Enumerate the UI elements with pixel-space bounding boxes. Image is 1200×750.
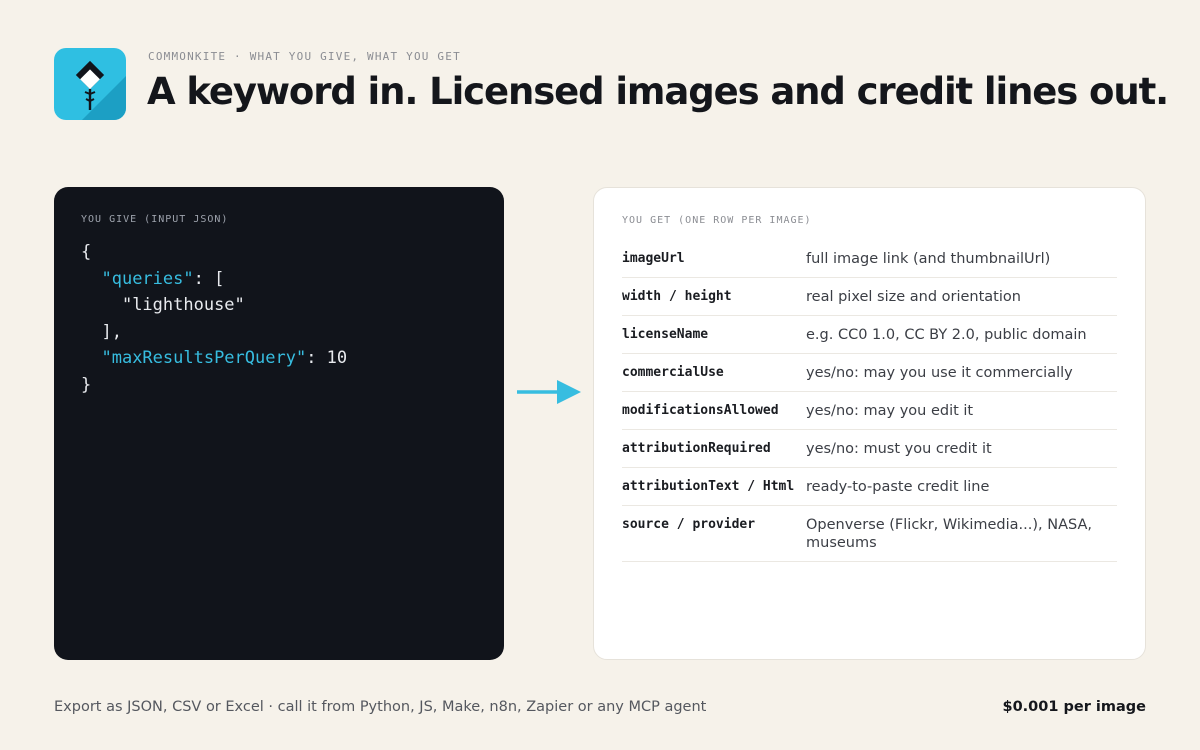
field-description: yes/no: must you credit it — [806, 441, 992, 457]
footer-note: Export as JSON, CSV or Excel · call it f… — [54, 699, 707, 715]
field-row: modificationsAllowed yes/no: may you edi… — [622, 392, 1117, 430]
field-row: attributionText / Html ready-to-paste cr… — [622, 468, 1117, 506]
code-open-brace: { — [81, 242, 92, 262]
field-name: attributionRequired — [622, 441, 771, 456]
field-description: yes/no: may you use it commercially — [806, 365, 1073, 381]
arrow-right-icon — [515, 378, 583, 406]
page-title: A keyword in. Licensed images and credit… — [147, 70, 1169, 113]
field-description: Openverse (Flickr, Wikimedia...), NASA, … — [806, 517, 1092, 551]
field-row: commercialUse yes/no: may you use it com… — [622, 354, 1117, 392]
eyebrow: COMMONKITE · WHAT YOU GIVE, WHAT YOU GET — [148, 50, 461, 63]
code-queries-key: "queries" — [101, 268, 194, 289]
field-description: ready-to-paste credit line — [806, 479, 990, 495]
field-name: width / height — [622, 289, 732, 304]
field-description: yes/no: may you edit it — [806, 403, 974, 419]
price-label: $0.001 per image — [1002, 699, 1147, 715]
field-name: source / provider — [622, 517, 756, 532]
code-max-value: : 10 — [306, 348, 348, 369]
field-row: licenseName e.g. CC0 1.0, CC BY 2.0, pub… — [622, 316, 1117, 354]
field-description: full image link (and thumbnailUrl) — [806, 251, 1051, 267]
field-row: source / provider Openverse (Flickr, Wik… — [622, 506, 1117, 562]
input-json-code: { "queries": [ "lighthouse" ], "maxResul… — [81, 239, 347, 399]
field-row: attributionRequired yes/no: must you cre… — [622, 430, 1117, 468]
field-name: commercialUse — [622, 365, 724, 380]
code-max-key: "maxResultsPerQuery" — [101, 348, 307, 369]
code-close-brace: } — [81, 374, 92, 395]
code-array-close: ], — [101, 321, 122, 342]
field-description: e.g. CC0 1.0, CC BY 2.0, public domain — [806, 327, 1087, 343]
field-name: imageUrl — [622, 251, 685, 266]
field-row: imageUrl full image link (and thumbnailU… — [622, 240, 1117, 278]
input-panel-label: YOU GIVE (INPUT JSON) — [81, 214, 229, 225]
field-name: licenseName — [622, 327, 709, 342]
field-row: width / height real pixel size and orien… — [622, 278, 1117, 316]
code-queries-colon: : [ — [193, 268, 225, 289]
output-fields-panel: YOU GET (ONE ROW PER IMAGE) imageUrl ful… — [593, 187, 1146, 660]
code-query-value: "lighthouse" — [121, 295, 245, 316]
field-name: attributionText / Html — [622, 479, 795, 494]
field-name: modificationsAllowed — [622, 403, 779, 418]
field-description: real pixel size and orientation — [806, 289, 1021, 305]
input-json-panel: YOU GIVE (INPUT JSON) { "queries": [ "li… — [54, 187, 504, 660]
output-fields-list: imageUrl full image link (and thumbnailU… — [622, 240, 1117, 562]
kite-logo-icon — [54, 48, 126, 120]
output-panel-label: YOU GET (ONE ROW PER IMAGE) — [622, 215, 812, 226]
